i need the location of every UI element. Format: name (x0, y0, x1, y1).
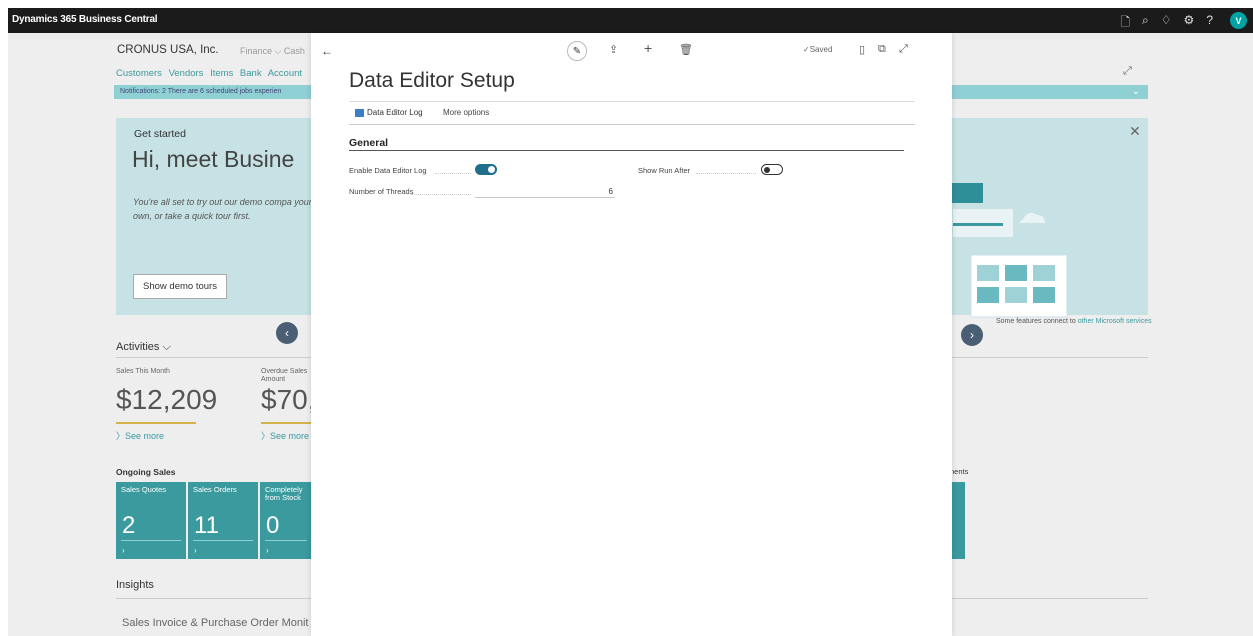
chevron-right-icon: › (122, 546, 125, 555)
gear-icon[interactable]: ⚙ (1184, 13, 1195, 34)
expand-icon[interactable]: ⤢ (899, 43, 908, 56)
dotted-leader (435, 173, 471, 174)
chevron-down-icon[interactable]: ⌄ (1132, 86, 1140, 97)
chevron-right-icon: › (194, 546, 197, 555)
app-title[interactable]: Dynamics 365 Business Central (12, 14, 158, 25)
ongoing-sales-heading: Ongoing Sales (116, 467, 176, 477)
features-note: Some features connect to other Microsoft… (996, 318, 1152, 325)
expand-icon[interactable]: ⤢ (1123, 65, 1132, 78)
tile-label: Completely from Stock (265, 485, 303, 502)
page-title: Data Editor Setup (349, 69, 515, 92)
kpi-label: Sales This Month (116, 368, 170, 375)
delete-icon[interactable]: 🗑 (679, 43, 693, 56)
kpi-value: $70, (261, 384, 311, 415)
hero-heading: Hi, meet Busine (132, 146, 295, 172)
microsoft-services-link[interactable]: other Microsoft services (1078, 318, 1152, 325)
features-text: Some features connect to (996, 318, 1078, 325)
more-options-action[interactable]: More options (443, 108, 489, 117)
enable-data-editor-log-label: Enable Data Editor Log (349, 166, 427, 175)
dotted-leader (411, 194, 471, 195)
bell-icon[interactable]: ♢ (1161, 13, 1172, 34)
enable-data-editor-log-toggle[interactable] (475, 164, 497, 175)
see-more-link[interactable]: 〉See more (116, 429, 206, 442)
nav-menu[interactable]: Finance ⌵ Cash (240, 46, 305, 57)
number-of-threads-input[interactable]: 6 (475, 183, 615, 198)
open-new-window-icon[interactable]: ⧉ (878, 43, 886, 56)
section-general[interactable]: General (349, 137, 388, 149)
action-bar: Data Editor Log More options (349, 101, 915, 125)
top-bar: Dynamics 365 Business Central 🗋 ⌕ ♢ ⚙ ? … (8, 8, 1253, 33)
carousel-next-button[interactable]: › (961, 324, 983, 346)
search-icon[interactable]: ⌕ (1142, 13, 1149, 34)
show-demo-tours-button[interactable]: Show demo tours (133, 274, 227, 299)
tile-sales-quotes[interactable]: Sales Quotes 2 › (116, 482, 186, 559)
hero-text: You're all set to try out our demo compa… (133, 197, 312, 221)
bookmark-icon[interactable]: ▯ (859, 43, 865, 56)
tile-divider (193, 540, 253, 541)
page-icon[interactable]: 🗋 (1120, 13, 1130, 34)
tile-divider (265, 540, 307, 541)
chevron-right-icon: › (266, 546, 269, 555)
edit-icon[interactable]: ✎ (567, 41, 587, 61)
tile-value: 0 (266, 512, 280, 539)
data-editor-log-action[interactable]: Data Editor Log (355, 108, 423, 117)
see-more-link[interactable]: 〉See more (261, 429, 311, 442)
kpi-bar (116, 422, 196, 424)
company-name[interactable]: CRONUS USA, Inc. (117, 44, 219, 56)
kpi-value: $12,209 (116, 384, 218, 415)
help-icon[interactable]: ? (1206, 13, 1213, 34)
section-divider (349, 150, 904, 151)
toggle-knob (488, 166, 495, 173)
kpi-overdue-sales[interactable]: Overdue Sales Amount $70, 〉See more (261, 368, 311, 442)
tile-completely-from-stock[interactable]: Completely from Stock 0 › (260, 482, 312, 559)
add-icon[interactable]: + (644, 40, 652, 56)
notification-text: Notifications: 2 There are 6 scheduled j… (120, 88, 282, 95)
tile-value: 11 (194, 512, 219, 539)
carousel-prev-button[interactable]: ‹ (276, 322, 298, 344)
back-arrow-icon[interactable]: ← (315, 39, 339, 63)
tile-label: Sales Orders (193, 485, 237, 494)
log-icon (355, 108, 364, 117)
kpi-sales-this-month[interactable]: Sales This Month $12,209 〉See more (116, 368, 218, 442)
kpi-label: Overdue Sales Amount (261, 368, 308, 383)
tile-value: 2 (122, 512, 136, 539)
top-icons: 🗋 ⌕ ♢ ⚙ ? (1120, 13, 1213, 34)
show-run-after-toggle[interactable] (761, 164, 783, 175)
share-icon[interactable]: ⇪ (609, 43, 618, 56)
number-of-threads-label: Number of Threads (349, 187, 414, 196)
tile-divider (121, 540, 181, 541)
dotted-leader (696, 173, 756, 174)
get-started-label: Get started (134, 128, 186, 140)
toggle-knob (764, 167, 770, 173)
insights-heading: Insights (116, 579, 154, 591)
saved-status: ✓Saved (803, 45, 833, 54)
nav-links[interactable]: Customers Vendors Items Bank Account (116, 68, 302, 79)
tile-sales-orders[interactable]: Sales Orders 11 › (188, 482, 258, 559)
insights-subtitle: Sales Invoice & Purchase Order Monit (122, 617, 309, 629)
tile-label: Sales Quotes (121, 485, 167, 494)
show-run-after-label: Show Run After (638, 166, 691, 175)
cue-group-heading: nents (950, 467, 969, 476)
avatar[interactable]: V (1230, 12, 1247, 29)
kpi-bar (261, 422, 311, 424)
action-label: Data Editor Log (367, 108, 423, 117)
data-editor-setup-dialog: ← ✎ ⇪ + 🗑 ✓Saved ▯ ⧉ ⤢ Data Editor Setup… (311, 33, 952, 636)
close-icon[interactable]: ✕ (1129, 123, 1141, 140)
activities-heading[interactable]: Activities ⌵ (116, 341, 171, 354)
